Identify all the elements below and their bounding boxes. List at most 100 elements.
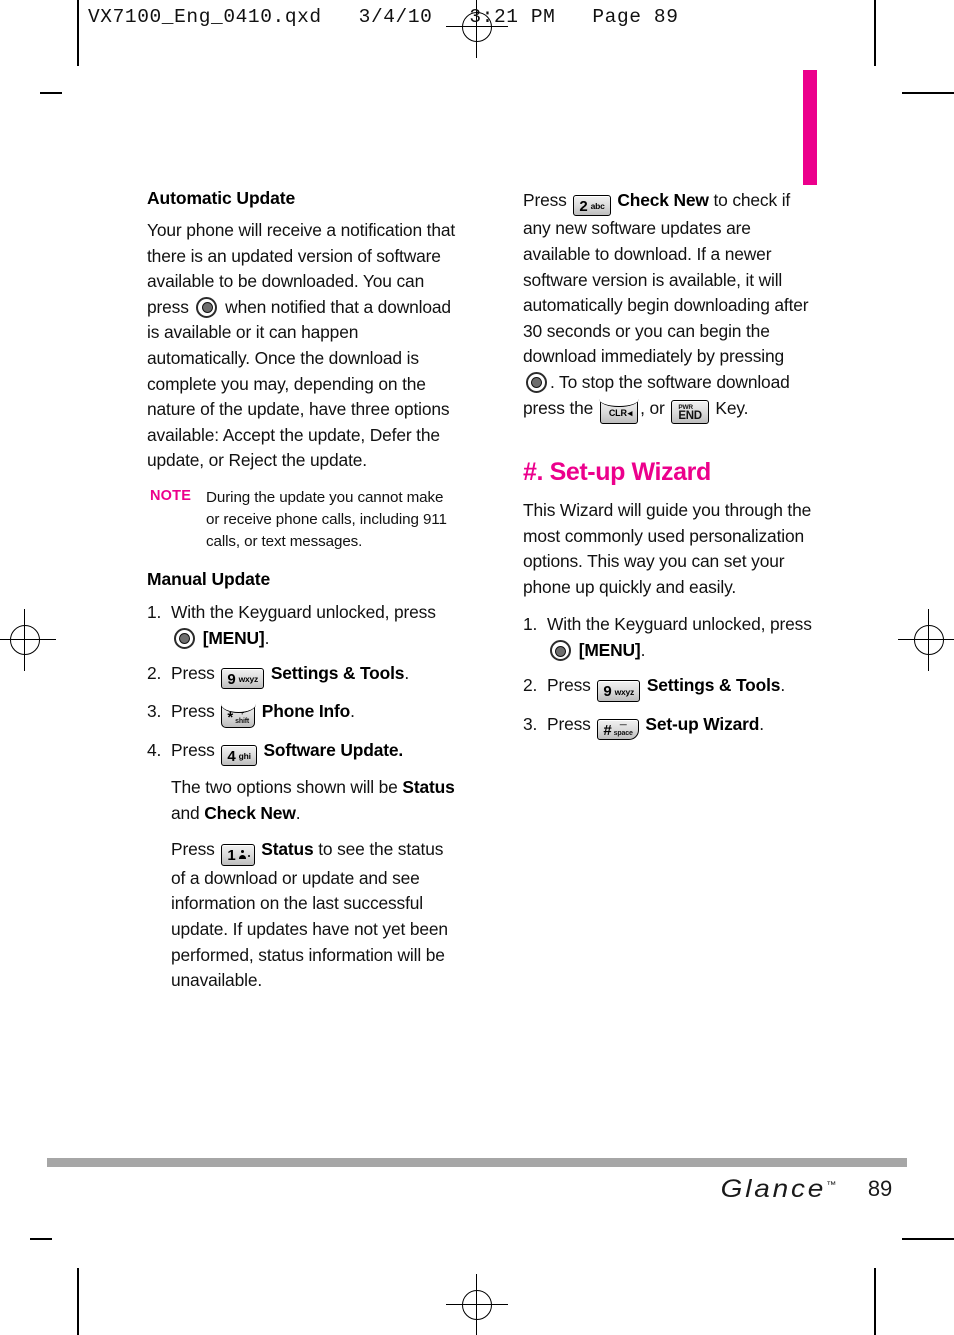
step-text: Press 9 wxyz Settings & Tools. bbox=[171, 660, 459, 690]
step-text: Press * + shift Phone Info. bbox=[171, 698, 459, 728]
crop-mark-bottom-left-horizontal bbox=[30, 1238, 52, 1240]
step-text-before: With the Keyguard unlocked, press bbox=[547, 614, 812, 635]
page-canvas: VX7100_Eng_0410.qxd 3/4/10 3:21 PM Page … bbox=[0, 0, 954, 1335]
footer-brand: Glance™ bbox=[720, 1175, 836, 1203]
step-bold-label: Set-up Wizard bbox=[645, 713, 760, 734]
crop-mark-bottom-left-vertical bbox=[77, 1268, 79, 1335]
status-bold: Status bbox=[402, 777, 455, 798]
keypad-9-key-icon: 9 wxyz bbox=[221, 667, 265, 690]
list-item: 2. Press 9 wxyz Settings & Tools. bbox=[147, 660, 459, 690]
left-column: Automatic Update Your phone will receive… bbox=[147, 188, 459, 1005]
two-options-end: . bbox=[295, 802, 301, 823]
step-number: 1. bbox=[523, 614, 538, 635]
step-bold-label: [MENU] bbox=[202, 627, 265, 648]
check-new-pre: Press bbox=[523, 190, 567, 210]
note-label: NOTE bbox=[150, 487, 192, 504]
note-text: During the update you cannot make or rec… bbox=[206, 488, 447, 550]
paragraph-check-new: Press 2 abc Check New to check if any new… bbox=[523, 188, 813, 424]
ok-menu-key-icon bbox=[174, 627, 195, 649]
step-number: 2. bbox=[523, 675, 538, 696]
prepress-header: VX7100_Eng_0410.qxd 3/4/10 3:21 PM Page … bbox=[88, 6, 679, 28]
step-number: 2. bbox=[147, 662, 162, 683]
list-item: 2. Press 9 wxyz Settings & Tools. bbox=[523, 672, 813, 702]
crop-mark-top-left-horizontal bbox=[40, 92, 62, 94]
keypad-2-key-icon: 2 abc bbox=[573, 195, 611, 217]
clr-key-icon: CLR◂ bbox=[599, 398, 639, 424]
step-text-before: Press bbox=[171, 701, 215, 722]
step-number: 4. bbox=[147, 739, 162, 760]
step-text-before: Press bbox=[171, 662, 215, 683]
paragraph-auto-part-2: when notified that a download is availab… bbox=[147, 296, 451, 471]
step-punct: . bbox=[350, 701, 355, 722]
crop-mark-bottom-right-vertical bbox=[874, 1268, 876, 1335]
status-desc-pre: Press bbox=[171, 839, 215, 860]
step-bold-label: Settings & Tools bbox=[646, 675, 781, 696]
check-new-tail: Key. bbox=[715, 397, 749, 418]
keypad-9-key-icon: 9 wxyz bbox=[597, 680, 641, 702]
step-punct: . bbox=[404, 662, 410, 683]
registration-mark-right bbox=[898, 609, 954, 671]
check-new-bold: Check New bbox=[204, 802, 296, 823]
page-number: 89 bbox=[867, 1176, 892, 1201]
step-text: With the Keyguard unlocked, press [MENU]… bbox=[171, 601, 436, 649]
setup-wizard-steps: 1. With the Keyguard unlocked, press [ME… bbox=[523, 611, 813, 741]
ok-menu-key-icon bbox=[196, 296, 218, 318]
step-text: Press 4 ghi Software Update. bbox=[171, 737, 459, 767]
manual-update-steps: 1. With the Keyguard unlocked, press [ME… bbox=[147, 599, 459, 767]
right-column: Press 2 abc Check New to check if any new… bbox=[523, 188, 813, 749]
footer-rule bbox=[47, 1158, 907, 1167]
step-bold-label: [MENU] bbox=[578, 640, 641, 661]
status-desc-post: to see the status of a download or updat… bbox=[171, 839, 448, 991]
between-keys-text: , or bbox=[640, 397, 665, 418]
crop-mark-top-right-vertical bbox=[874, 0, 876, 66]
voicemail-glyph bbox=[238, 849, 250, 862]
step-bold-label: Software Update. bbox=[263, 739, 404, 760]
paragraph-automatic-update: Your phone will receive a notification t… bbox=[147, 218, 459, 474]
ok-menu-key-icon bbox=[550, 640, 571, 662]
crop-mark-top-right-horizontal bbox=[902, 92, 954, 94]
paragraph-two-options: The two options shown will be Status and… bbox=[171, 775, 459, 826]
two-options-pre: The two options shown will be bbox=[171, 777, 398, 798]
ok-menu-key-icon bbox=[526, 371, 547, 393]
keypad-star-shift-key-icon: * + shift bbox=[220, 703, 256, 728]
step-punct: . bbox=[759, 713, 764, 734]
list-item: 1. With the Keyguard unlocked, press [ME… bbox=[147, 599, 459, 651]
step-text: Press # — space Set-up Wizard. bbox=[547, 711, 813, 741]
step-bold-label: Phone Info bbox=[261, 701, 351, 722]
list-item: 4. Press 4 ghi Software Update. bbox=[147, 737, 459, 767]
step-number: 3. bbox=[147, 701, 162, 722]
check-new-mid: to check if any new software updates are… bbox=[523, 190, 809, 367]
keypad-1-voicemail-key-icon: 1 bbox=[221, 844, 255, 866]
keypad-4-key-icon: 4 ghi bbox=[221, 744, 257, 767]
step-text-before: Press bbox=[547, 713, 591, 734]
crop-mark-top-left-vertical bbox=[77, 0, 79, 66]
registration-mark-bottom bbox=[446, 1274, 508, 1335]
heading-manual-update: Manual Update bbox=[147, 568, 271, 589]
step-text-before: With the Keyguard unlocked, press bbox=[171, 601, 436, 622]
list-item: 1. With the Keyguard unlocked, press [ME… bbox=[523, 611, 813, 663]
note-block: NOTE During the update you cannot make o… bbox=[150, 487, 459, 553]
trademark-symbol: ™ bbox=[825, 1179, 836, 1190]
step-punct: . bbox=[640, 640, 646, 661]
step-number: 3. bbox=[523, 713, 538, 734]
step-bold-label: Settings & Tools bbox=[270, 662, 405, 683]
keypad-hash-space-key-icon: # — space bbox=[597, 718, 639, 741]
step-punct: . bbox=[780, 675, 786, 696]
check-new-bold: Check New bbox=[617, 190, 709, 210]
step-text-before: Press bbox=[547, 675, 591, 696]
list-item: 3. Press * + shift Phone Info. bbox=[147, 698, 459, 728]
section-tab-marker bbox=[803, 70, 817, 185]
heading-automatic-update: Automatic Update bbox=[147, 188, 296, 208]
heading-setup-wizard: #. Set-up Wizard bbox=[523, 457, 711, 486]
paragraph-setup-wizard: This Wizard will guide you through the m… bbox=[523, 499, 812, 597]
step-text: With the Keyguard unlocked, press [MENU]… bbox=[547, 611, 813, 663]
registration-mark-left bbox=[0, 609, 56, 671]
step-text-before: Press bbox=[171, 739, 215, 760]
paragraph-status-description: Press 1 Status to see the status of a do… bbox=[171, 837, 459, 993]
step-text: Press 9 wxyz Settings & Tools. bbox=[547, 672, 813, 702]
crop-mark-bottom-right-horizontal bbox=[902, 1238, 954, 1240]
step-number: 1. bbox=[147, 601, 162, 622]
status-bold: Status bbox=[261, 839, 314, 860]
pwr-end-key-icon: PWR END bbox=[671, 399, 709, 424]
list-item: 3. Press # — space Set-up Wizard. bbox=[523, 711, 813, 741]
